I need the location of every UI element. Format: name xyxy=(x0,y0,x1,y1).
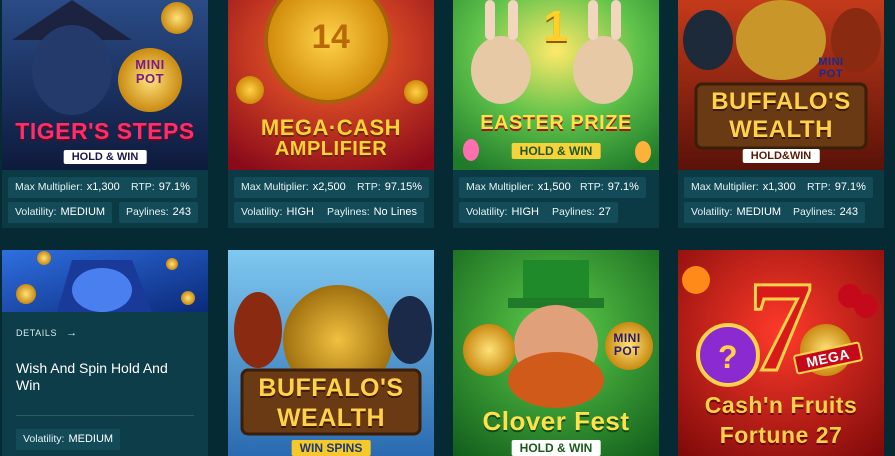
game-stats: Max Multiplier: x2,500 RTP: 97.15% Volatil… xyxy=(228,170,434,228)
game-thumbnail[interactable]: 14 MEGA·CASH AMPLIFIER xyxy=(228,0,434,170)
stat-paylines: Paylines: 27 xyxy=(545,202,618,223)
game-logo-title: TIGER'S STEPS xyxy=(15,118,195,144)
stat-rtp: RTP: 97.15% xyxy=(350,177,430,198)
game-thumbnail[interactable]: BUFFALO'S WEALTH WIN SPINS xyxy=(228,250,434,456)
game-logo-title: EASTER PRIZE xyxy=(480,112,632,134)
game-thumbnail[interactable]: MINI POT TIGER'S STEPS HOLD & WIN xyxy=(2,0,208,170)
arrow-right-icon: → xyxy=(66,327,78,339)
details-panel: DETAILS → Wish And Spin Hold And Win Vol… xyxy=(2,312,208,456)
game-card-cashn-fruits-fortune-27[interactable]: 7 ? MEGA Cash'n Fruits Fortune 27 xyxy=(678,250,884,456)
game-logo-subtitle: AMPLIFIER xyxy=(274,138,388,160)
stat-max-multiplier: Max Multiplier: x1,500 xyxy=(459,177,578,198)
divider xyxy=(16,415,194,416)
game-tag: HOLD & WIN xyxy=(511,440,601,456)
game-logo-title: Clover Fest xyxy=(482,406,630,436)
stat-paylines: Paylines: No Lines xyxy=(320,202,425,223)
svg-text:?: ? xyxy=(718,339,738,375)
stat-volatility: Volatility: MEDIUM xyxy=(16,429,121,450)
game-card-buffalos-wealth-win-spins[interactable]: BUFFALO'S WEALTH WIN SPINS xyxy=(228,250,434,456)
details-link[interactable]: DETAILS → xyxy=(16,327,78,339)
buffalo-art xyxy=(678,0,884,170)
stat-volatility: Volatility: HIGH xyxy=(459,202,546,223)
trophy-number: 1 xyxy=(543,2,569,51)
stat-rtp: RTP: 97.1% xyxy=(124,177,197,198)
game-card-tigers-steps[interactable]: MINI POT TIGER'S STEPS HOLD & WIN Max Mu… xyxy=(2,0,208,228)
game-logo-subtitle: WEALTH xyxy=(276,404,386,432)
stat-paylines: Paylines: 243 xyxy=(119,202,198,223)
game-logo-title: BUFFALO'S xyxy=(258,374,404,402)
game-logo-subtitle: Fortune 27 xyxy=(719,422,843,448)
badge-mini-pot: MINI POT xyxy=(818,56,844,80)
game-card-mega-cash-amplifier[interactable]: 14 MEGA·CASH AMPLIFIER Max Multiplier: x2… xyxy=(228,0,434,228)
stat-max-multiplier: Max Multiplier: x1,300 xyxy=(8,177,127,198)
game-stats: Max Multiplier: x1,500 RTP: 97.1% Volatili… xyxy=(453,170,659,228)
game-logo-subtitle: WEALTH xyxy=(729,116,833,143)
coin-number: 14 xyxy=(311,18,351,56)
stat-rtp: RTP: 97.1% xyxy=(800,177,873,198)
stat-volatility: Volatility: MEDIUM xyxy=(8,202,113,223)
svg-text:7: 7 xyxy=(748,255,813,399)
stat-max-multiplier: Max Multiplier: x1,300 xyxy=(684,177,803,198)
game-thumbnail[interactable]: 1 EASTER PRIZE HOLD & WIN xyxy=(453,0,659,170)
game-card-wish-and-spin[interactable]: DETAILS → Wish And Spin Hold And Win Vol… xyxy=(2,250,208,456)
badge-mini-pot: MINI POT xyxy=(613,331,641,358)
genie-art xyxy=(2,250,208,312)
game-card-buffalos-wealth[interactable]: MINI POT BUFFALO'S WEALTH HOLD&WIN Max M… xyxy=(678,0,884,228)
game-name: Wish And Spin Hold And Win xyxy=(16,360,168,393)
game-tag: HOLD & WIN xyxy=(511,143,601,159)
stat-paylines: Paylines: 243 xyxy=(786,202,865,223)
stat-volatility: Volatility: MEDIUM xyxy=(684,202,789,223)
game-tag: HOLD&WIN xyxy=(742,149,820,163)
game-thumbnail[interactable]: MINI POT Clover Fest HOLD & WIN xyxy=(453,250,659,456)
stat-volatility: Volatility: HIGH xyxy=(234,202,321,223)
game-tag: HOLD & WIN xyxy=(63,150,147,164)
game-stats: Max Multiplier: x1,300 RTP: 97.1% Volatili… xyxy=(2,170,208,228)
game-thumbnail[interactable] xyxy=(2,250,208,312)
game-thumbnail[interactable]: 7 ? MEGA Cash'n Fruits Fortune 27 xyxy=(678,250,884,456)
game-thumbnail[interactable]: MINI POT BUFFALO'S WEALTH HOLD&WIN xyxy=(678,0,884,170)
stat-rtp: RTP: 97.1% xyxy=(573,177,646,198)
game-logo-title: BUFFALO'S xyxy=(711,88,851,115)
game-card-easter-prize[interactable]: 1 EASTER PRIZE HOLD & WIN Max Multiplier… xyxy=(453,0,659,228)
game-card-clover-fest[interactable]: MINI POT Clover Fest HOLD & WIN xyxy=(453,250,659,456)
game-stats: Max Multiplier: x1,300 RTP: 97.1% Volatili… xyxy=(678,170,884,228)
stat-max-multiplier: Max Multiplier: x2,500 xyxy=(234,177,353,198)
game-logo-title: Cash'n Fruits xyxy=(704,392,858,418)
game-tag: WIN SPINS xyxy=(291,440,371,456)
badge-mini-pot: MINI POT xyxy=(135,57,165,86)
